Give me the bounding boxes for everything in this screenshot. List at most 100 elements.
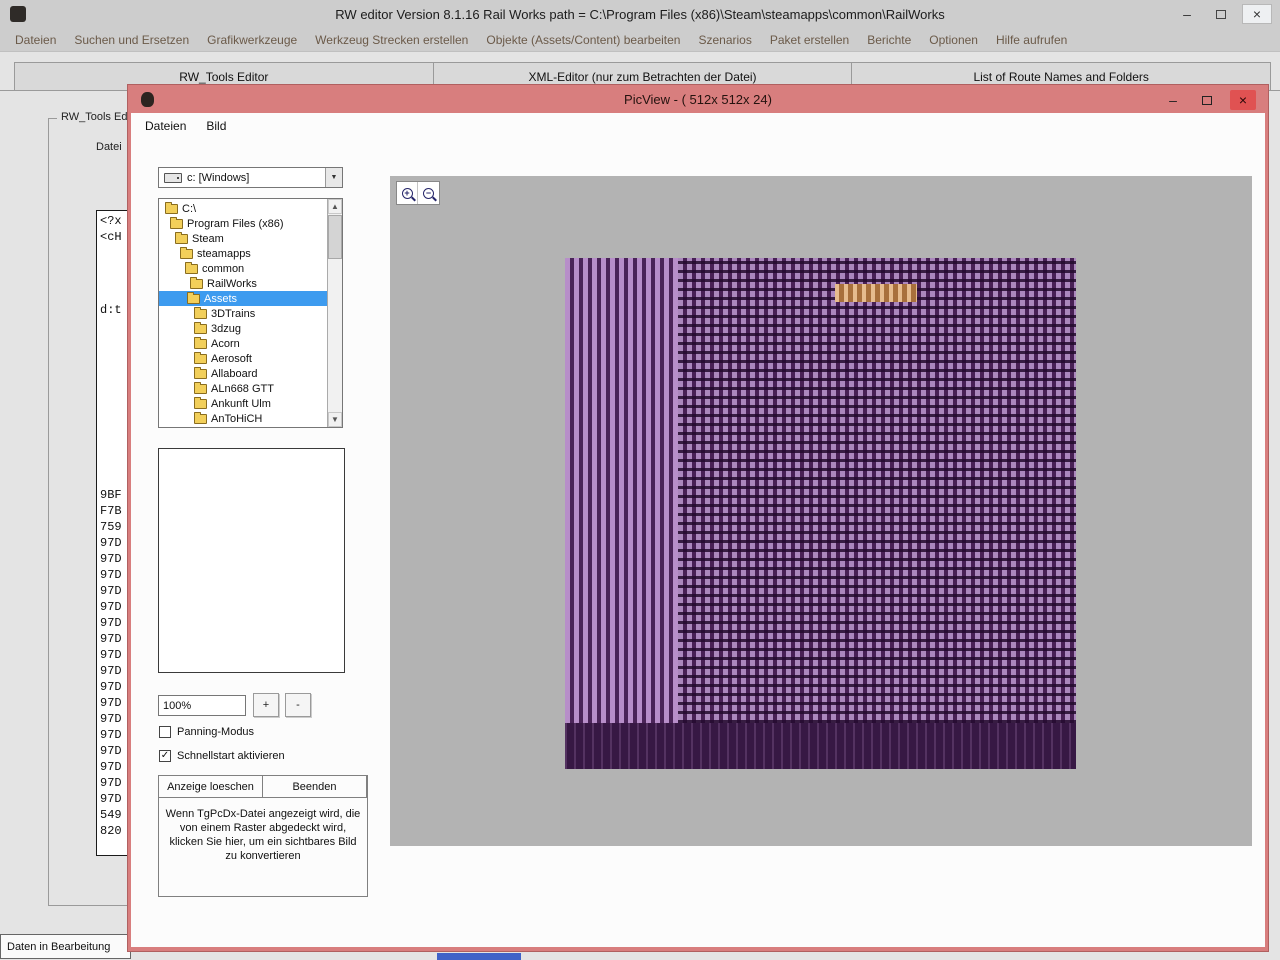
maximize-icon (1202, 96, 1212, 105)
hex-line: 759 (100, 519, 122, 535)
texture-bottom-band (565, 723, 1076, 769)
screen: RW editor Version 8.1.16 Rail Works path… (0, 0, 1280, 960)
picview-minimize-button[interactable]: – (1162, 91, 1184, 109)
zoom-decrease-button[interactable]: - (285, 693, 311, 717)
scrollbar-thumb[interactable] (328, 215, 342, 259)
hex-line: 97D (100, 615, 122, 631)
folder-icon (194, 369, 207, 379)
tree-item-label: RailWorks (207, 278, 257, 290)
menu-item-dateien[interactable]: Dateien (6, 33, 65, 47)
picview-maximize-button[interactable] (1196, 91, 1218, 109)
scroll-up-button[interactable]: ▲ (328, 199, 342, 214)
texture-image (565, 258, 1076, 769)
quickstart-checkbox[interactable]: ✓ (159, 750, 171, 762)
tree-item-allaboard[interactable]: Allaboard (159, 366, 327, 381)
zoom-out-button[interactable]: − (418, 182, 439, 204)
folder-icon (190, 279, 203, 289)
scroll-down-button[interactable]: ▼ (328, 412, 342, 427)
picview-menubar: Dateien Bild (131, 113, 1265, 138)
folder-icon (194, 309, 207, 319)
datei-label: Datei (96, 141, 122, 153)
picview-window: PicView - ( 512x 512x 24) – × Dateien Bil… (128, 85, 1268, 951)
tree-item-railworks[interactable]: RailWorks (159, 276, 327, 291)
tree-item-common[interactable]: common (159, 261, 327, 276)
tgpcdx-hint-text: Wenn TgPcDx-Datei angezeigt wird, die vo… (159, 798, 367, 872)
menu-item-berichte[interactable]: Berichte (858, 33, 920, 47)
tree-scrollbar: ▲ ▼ (327, 199, 342, 427)
tree-item-label: 3DTrains (211, 308, 255, 320)
main-close-button[interactable]: × (1242, 4, 1272, 24)
hex-line: 97D (100, 647, 122, 663)
menu-item-werkzeug-strecken-erstellen[interactable]: Werkzeug Strecken erstellen (306, 33, 477, 47)
zoom-increase-button[interactable]: + (253, 693, 279, 717)
hex-line: 97D (100, 631, 122, 647)
tree-item-3dzug[interactable]: 3dzug (159, 321, 327, 336)
zoom-percent-input[interactable]: 100% (158, 695, 246, 716)
hex-line: 97D (100, 535, 122, 551)
main-maximize-button[interactable] (1208, 4, 1234, 24)
hex-line: 97D (100, 711, 122, 727)
folder-icon (165, 204, 178, 214)
folder-icon (180, 249, 193, 259)
tree-item-assets[interactable]: Assets (159, 291, 327, 306)
folder-icon (187, 294, 200, 304)
zoom-in-button[interactable]: + (397, 182, 418, 204)
hex-line: 97D (100, 727, 122, 743)
hex-line: 97D (100, 759, 122, 775)
panning-mode-label: Panning-Modus (177, 726, 254, 738)
editor-line: d:t (100, 303, 122, 317)
main-titlebar: RW editor Version 8.1.16 Rail Works path… (0, 0, 1280, 28)
tree-item-c[interactable]: C:\ (159, 201, 327, 216)
tree-item-label: Allaboard (211, 368, 257, 380)
menu-item-suchen-und-ersetzen[interactable]: Suchen und Ersetzen (65, 33, 198, 47)
menu-item-szenarios[interactable]: Szenarios (689, 33, 760, 47)
combobox-dropdown-button[interactable]: ▼ (325, 168, 342, 187)
tree-item-label: C:\ (182, 203, 196, 215)
hex-line: 97D (100, 791, 122, 807)
menu-item-paket-erstellen[interactable]: Paket erstellen (761, 33, 858, 47)
directory-listbox: C:\Program Files (x86)Steam steamappscomm… (158, 198, 343, 428)
panning-mode-checkbox-row: Panning-Modus (159, 726, 254, 738)
picview-title: PicView - ( 512x 512x 24) (128, 85, 1268, 113)
picview-menu-item-bild[interactable]: Bild (206, 119, 226, 133)
tree-item-label: 3dzug (211, 323, 241, 335)
tree-item-aln668-gtt[interactable]: ALn668 GTT (159, 381, 327, 396)
clear-display-button[interactable]: Anzeige loeschen (158, 775, 263, 798)
hex-line: 97D (100, 663, 122, 679)
tree-item-3dtrains[interactable]: 3DTrains (159, 306, 327, 321)
menu-item-hilfe-aufrufen[interactable]: Hilfe aufrufen (987, 33, 1076, 47)
hex-line: 97D (100, 695, 122, 711)
tree-item-steamapps[interactable]: steamapps (159, 246, 327, 261)
editor-line: <?x (100, 214, 122, 228)
tree-item-acorn[interactable]: Acorn (159, 336, 327, 351)
tree-item-ankunft-ulm[interactable]: Ankunft Ulm (159, 396, 327, 411)
tree-item-aerosoft[interactable]: Aerosoft (159, 351, 327, 366)
editor-line: <cH (100, 230, 122, 244)
tree-item-label: steamapps (197, 248, 251, 260)
folder-icon (175, 234, 188, 244)
menu-item-grafikwerkzeuge[interactable]: Grafikwerkzeuge (198, 33, 306, 47)
texture-stripes-region (565, 258, 678, 723)
tree-item-label: Acorn (211, 338, 240, 350)
hex-line: 9BF (100, 487, 122, 503)
panning-mode-checkbox[interactable] (159, 726, 171, 738)
main-window-title: RW editor Version 8.1.16 Rail Works path… (0, 0, 1280, 28)
hex-line: 97D (100, 679, 122, 695)
menu-item-optionen[interactable]: Optionen (920, 33, 987, 47)
tree-item-antohich[interactable]: AnToHiCH (159, 411, 327, 426)
menu-item-objekte-assets-content-bearbeiten[interactable]: Objekte (Assets/Content) bearbeiten (477, 33, 689, 47)
maximize-icon (1216, 10, 1226, 19)
drive-combobox[interactable]: c: [Windows] ▼ (158, 167, 343, 188)
tree-item-program-files-x86[interactable]: Program Files (x86) (159, 216, 327, 231)
picview-menu-item-dateien[interactable]: Dateien (145, 119, 186, 133)
picview-close-button[interactable]: × (1230, 90, 1256, 110)
quit-button[interactable]: Beenden (262, 775, 367, 798)
quickstart-label: Schnellstart aktivieren (177, 750, 285, 762)
tree-item-label: ALn668 GTT (211, 383, 274, 395)
quickstart-checkbox-row: ✓ Schnellstart aktivieren (159, 750, 285, 762)
file-listbox[interactable] (158, 448, 345, 673)
main-minimize-button[interactable]: – (1174, 4, 1200, 24)
tree-item-steam[interactable]: Steam (159, 231, 327, 246)
hex-line: 97D (100, 583, 122, 599)
folder-icon (170, 219, 183, 229)
